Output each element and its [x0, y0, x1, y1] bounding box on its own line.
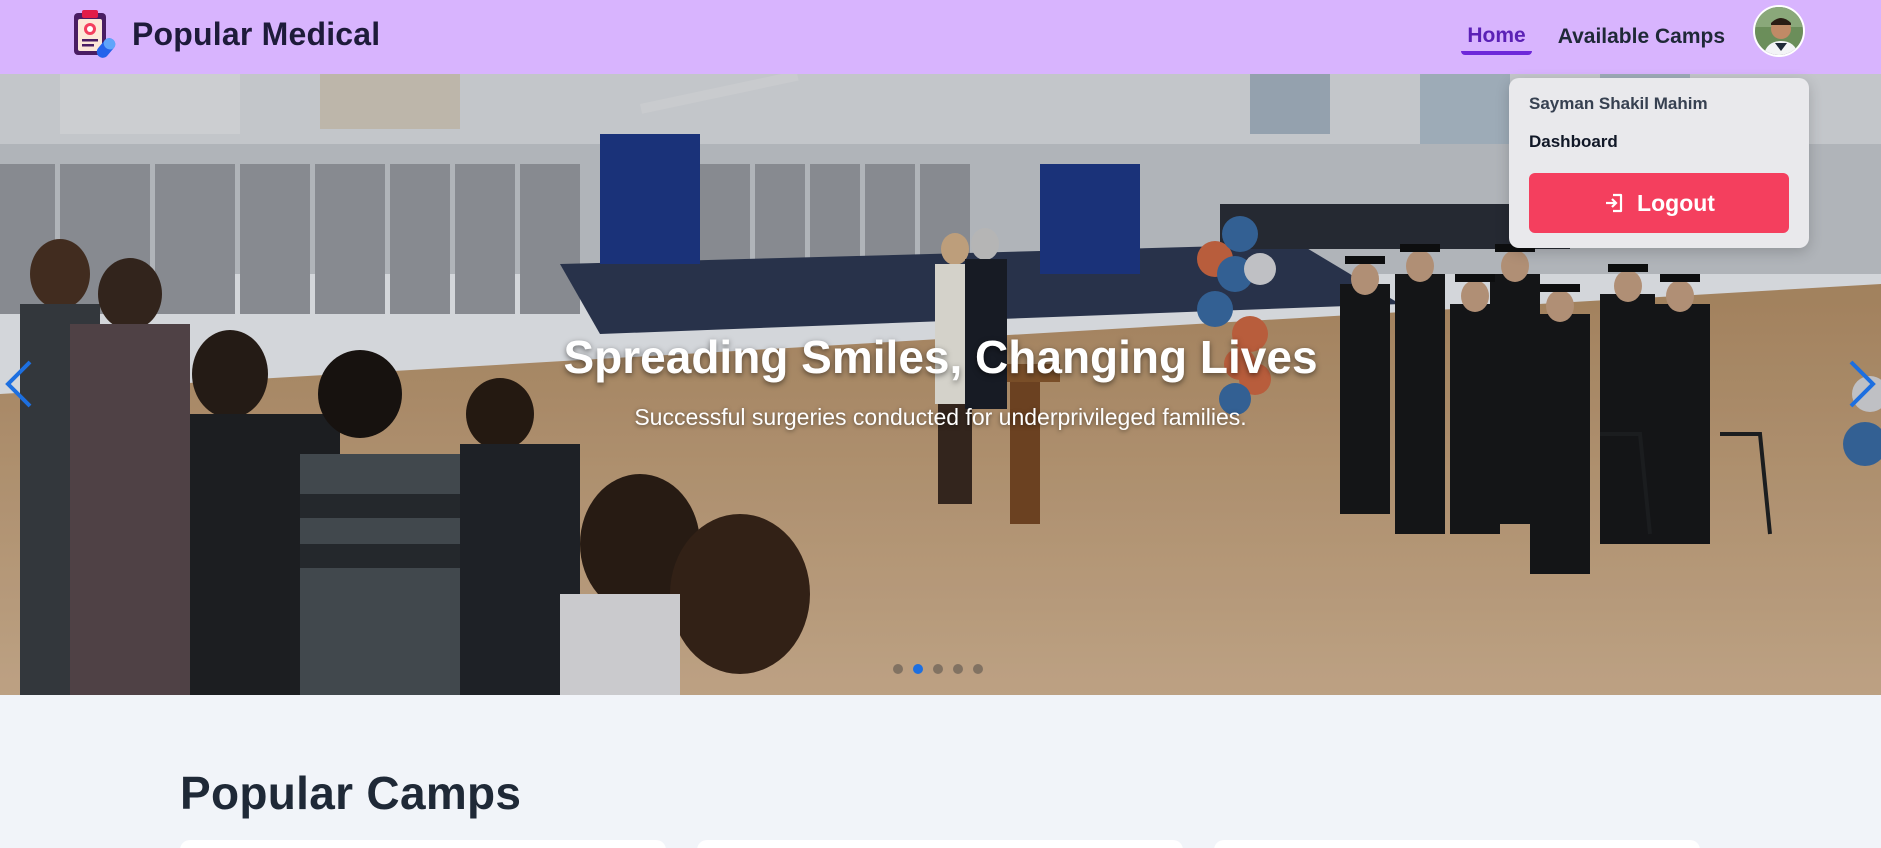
- section-title: Popular Camps: [180, 767, 522, 819]
- brand[interactable]: Popular Medical: [68, 7, 380, 61]
- carousel-dot[interactable]: [933, 664, 943, 674]
- avatar[interactable]: [1753, 5, 1805, 57]
- camp-card[interactable]: [180, 840, 666, 848]
- hero-title: Spreading Smiles, Changing Lives: [563, 331, 1318, 383]
- chevron-left-icon[interactable]: [0, 354, 40, 414]
- carousel-dot[interactable]: [893, 664, 903, 674]
- carousel-dot[interactable]: [953, 664, 963, 674]
- carousel-dot[interactable]: [973, 664, 983, 674]
- logout-button[interactable]: Logout: [1529, 173, 1789, 233]
- carousel-pagination: [893, 664, 983, 674]
- nav-link-home[interactable]: Home: [1461, 20, 1532, 55]
- nav-links: Home Available Camps: [1461, 0, 1731, 74]
- chevron-right-icon[interactable]: [1841, 354, 1881, 414]
- camp-card[interactable]: [1214, 840, 1700, 848]
- clipboard-medical-icon: [74, 10, 116, 58]
- hero-subtitle: Successful surgeries conducted for under…: [634, 404, 1247, 430]
- user-name: Sayman Shakil Mahim: [1529, 94, 1708, 113]
- navbar: Popular Medical Home Available Camps: [0, 0, 1881, 74]
- dashboard-link[interactable]: Dashboard: [1529, 132, 1789, 152]
- user-menu-dropdown: Sayman Shakil Mahim Dashboard Logout: [1509, 78, 1809, 248]
- carousel-dot-active[interactable]: [913, 664, 923, 674]
- camp-card[interactable]: [697, 840, 1183, 848]
- logout-icon: [1606, 193, 1623, 213]
- nav-link-available-camps[interactable]: Available Camps: [1552, 21, 1731, 53]
- user-avatar-icon: [1755, 7, 1803, 55]
- logout-label: Logout: [1637, 189, 1715, 216]
- brand-name: Popular Medical: [132, 15, 381, 52]
